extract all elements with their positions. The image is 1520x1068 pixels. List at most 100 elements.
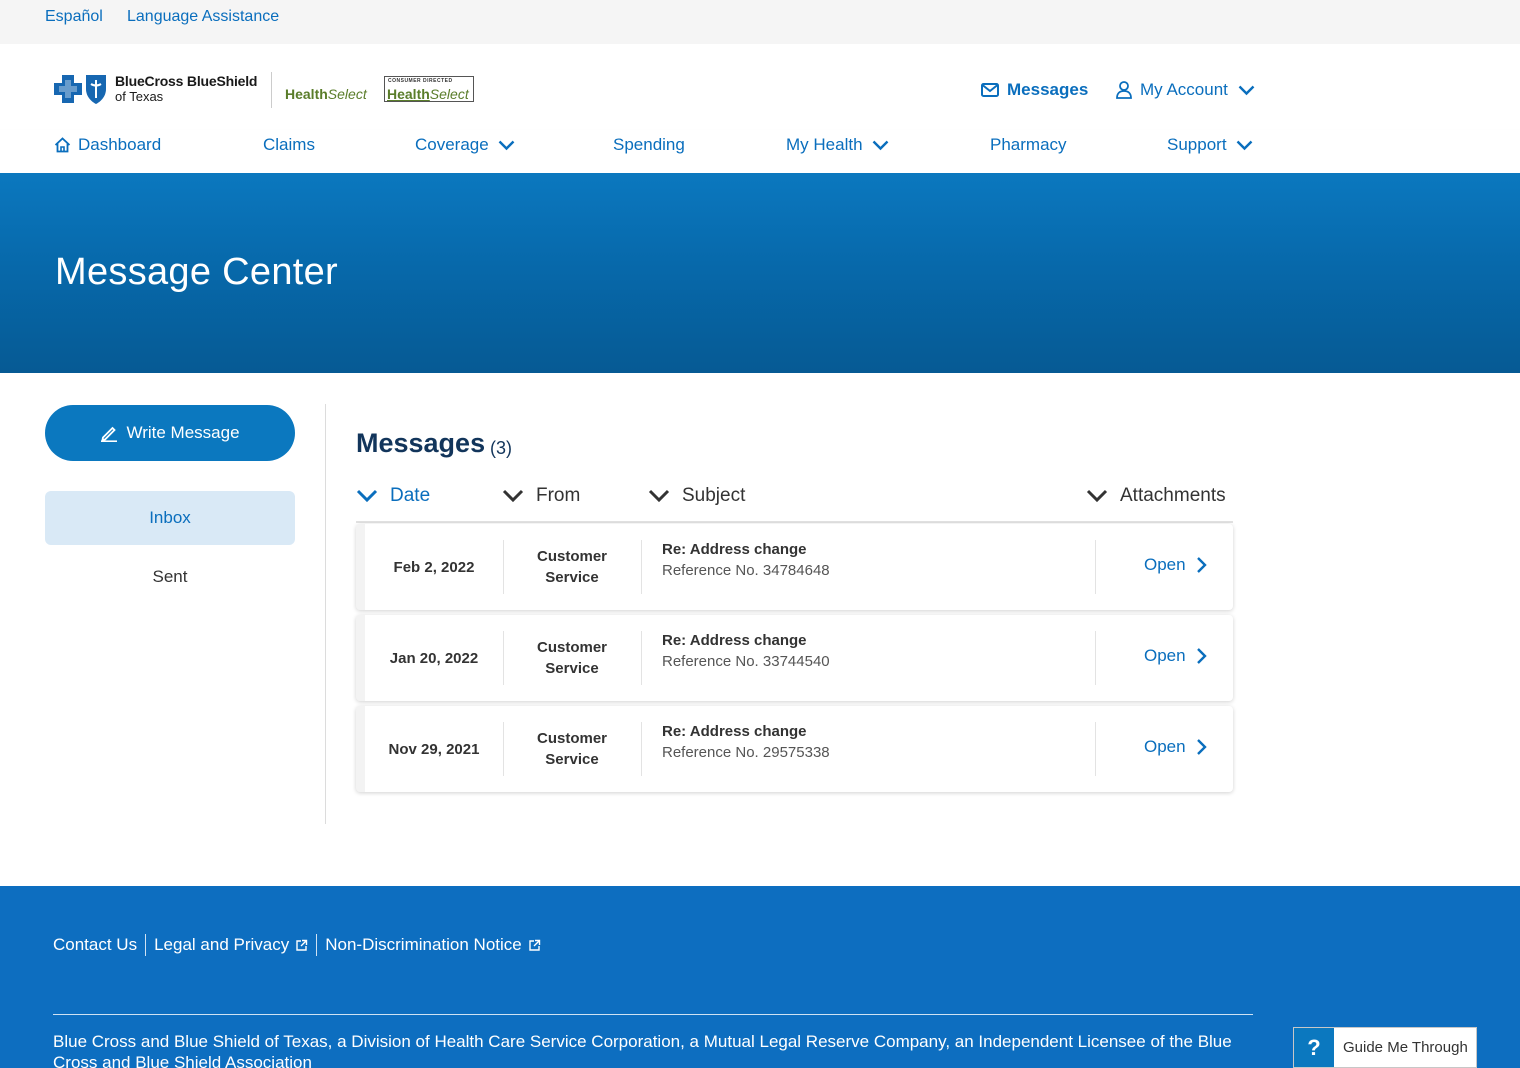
nav-support-label: Support	[1167, 135, 1227, 154]
chevron-down-icon	[1238, 85, 1255, 95]
message-from-line1: Customer	[536, 730, 607, 747]
chevron-down-icon	[1236, 140, 1252, 150]
main-nav: Dashboard Claims Coverage Spending My He…	[0, 130, 1520, 173]
chevron-down-icon	[498, 140, 515, 150]
logo-state: of Texas	[115, 89, 164, 104]
contact-us-link[interactable]: Contact Us	[53, 935, 137, 955]
messages-link[interactable]: Messages	[981, 80, 1088, 100]
user-icon	[1116, 81, 1132, 99]
page-title: Message Center	[55, 251, 339, 293]
espanol-link[interactable]: Español	[45, 8, 103, 26]
language-assistance-link[interactable]: Language Assistance	[127, 8, 279, 26]
sort-attachments-header[interactable]: Attachments	[1086, 485, 1226, 507]
sidebar-item-inbox[interactable]: Inbox	[45, 491, 295, 545]
open-message-link[interactable]: Open	[1144, 737, 1207, 757]
chevron-down-icon	[356, 489, 378, 503]
nav-coverage[interactable]: Coverage	[415, 135, 515, 155]
guide-me-through-label: Guide Me Through	[1343, 1039, 1468, 1056]
chevron-right-icon	[1196, 739, 1207, 755]
pencil-icon	[101, 426, 118, 442]
sidebar-divider	[325, 404, 326, 824]
sidebar-item-sent-label: Sent	[152, 567, 188, 586]
message-from-line2: Service	[545, 751, 599, 768]
messages-count: (3)	[490, 438, 512, 458]
guide-me-through-button[interactable]: ? Guide Me Through	[1293, 1027, 1477, 1068]
cell-divider	[1095, 540, 1096, 594]
nav-spending[interactable]: Spending	[613, 135, 685, 155]
cell-divider	[641, 722, 642, 776]
open-label: Open	[1144, 646, 1186, 665]
healthselect-logo-select: Select	[327, 86, 367, 102]
message-from-line2: Service	[545, 660, 599, 677]
home-icon	[54, 137, 71, 153]
legal-privacy-link[interactable]: Legal and Privacy	[154, 935, 308, 955]
footer-disclaimer: Blue Cross and Blue Shield of Texas, a D…	[53, 1032, 1232, 1068]
my-account-menu[interactable]: My Account	[1116, 80, 1255, 100]
healthselect-logo: HealthSelect	[285, 86, 367, 102]
external-link-icon	[529, 939, 540, 951]
sort-from-header[interactable]: From	[502, 485, 580, 507]
nav-my-health-label: My Health	[786, 135, 863, 154]
sort-subject-header[interactable]: Subject	[648, 485, 745, 507]
nav-my-health[interactable]: My Health	[786, 135, 889, 155]
sidebar-item-sent[interactable]: Sent	[45, 563, 295, 591]
cell-divider	[1095, 631, 1096, 685]
message-date: Nov 29, 2021	[388, 740, 480, 758]
open-label: Open	[1144, 555, 1186, 574]
table-row[interactable]: Jan 20, 2022 Customer Service Re: Address…	[356, 615, 1233, 701]
cdhs-logo-tagline: CONSUMER DIRECTED	[388, 78, 453, 84]
message-subject: Re: Address change	[662, 541, 807, 558]
nav-coverage-label: Coverage	[415, 135, 489, 154]
open-label: Open	[1144, 737, 1186, 756]
contact-us-label: Contact Us	[53, 935, 138, 954]
cdhs-logo: HealthSelect	[387, 86, 469, 102]
external-link-icon	[296, 939, 308, 951]
bcbstx-logo[interactable]: BlueCross BlueShield of Texas	[53, 72, 257, 106]
blue-cross-shield-logo-icon	[54, 75, 106, 104]
footer-link-divider	[145, 934, 147, 956]
legal-privacy-label: Legal and Privacy	[154, 935, 290, 954]
footer-link-divider	[316, 934, 318, 956]
message-reference: Reference No. 34784648	[662, 562, 830, 579]
sort-date-header[interactable]: Date	[356, 485, 430, 507]
messages-heading: Messages	[356, 428, 486, 458]
message-from-line1: Customer	[536, 548, 607, 565]
message-date: Jan 20, 2022	[389, 649, 479, 667]
message-subject: Re: Address change	[662, 723, 807, 740]
table-header-divider	[356, 521, 1233, 523]
message-from-line1: Customer	[536, 639, 607, 656]
table-row[interactable]: Nov 29, 2021 Customer Service Re: Address…	[356, 706, 1233, 792]
nav-dashboard[interactable]: Dashboard	[54, 135, 161, 155]
nav-pharmacy-label: Pharmacy	[990, 135, 1067, 154]
footer-links: Contact Us Legal and Privacy Non-Discrim…	[53, 934, 541, 956]
utility-bar: Español Language Assistance	[0, 0, 1520, 44]
open-message-link[interactable]: Open	[1144, 646, 1207, 666]
message-date: Feb 2, 2022	[393, 558, 475, 576]
non-discrimination-label: Non-Discrimination Notice	[325, 935, 522, 954]
envelope-icon	[981, 83, 999, 97]
open-message-link[interactable]: Open	[1144, 555, 1207, 575]
message-reference: Reference No. 33744540	[662, 653, 830, 670]
table-row[interactable]: Feb 2, 2022 Customer Service Re: Address …	[356, 524, 1233, 610]
message-reference: Reference No. 29575338	[662, 744, 830, 761]
chevron-down-icon	[648, 489, 670, 503]
nav-spending-label: Spending	[613, 135, 685, 154]
message-from: Customer Service	[503, 615, 641, 701]
hero-banner: Message Center	[0, 173, 1520, 373]
nav-support[interactable]: Support	[1167, 135, 1253, 155]
sidebar-item-inbox-label: Inbox	[149, 508, 191, 527]
write-message-button[interactable]: Write Message	[45, 405, 295, 461]
logo-divider	[271, 72, 272, 108]
footer-divider	[53, 1014, 1253, 1015]
attachments-column-label: Attachments	[1120, 485, 1226, 506]
cell-divider	[641, 631, 642, 685]
subject-column-label: Subject	[682, 485, 746, 506]
nav-pharmacy[interactable]: Pharmacy	[990, 135, 1067, 155]
non-discrimination-link[interactable]: Non-Discrimination Notice	[325, 935, 541, 955]
nav-claims[interactable]: Claims	[263, 135, 315, 155]
chevron-down-icon	[1086, 489, 1108, 503]
messages-link-label: Messages	[1007, 80, 1089, 99]
cell-divider	[641, 540, 642, 594]
nav-claims-label: Claims	[263, 135, 315, 154]
cdhs-logo-select: Select	[429, 86, 469, 102]
